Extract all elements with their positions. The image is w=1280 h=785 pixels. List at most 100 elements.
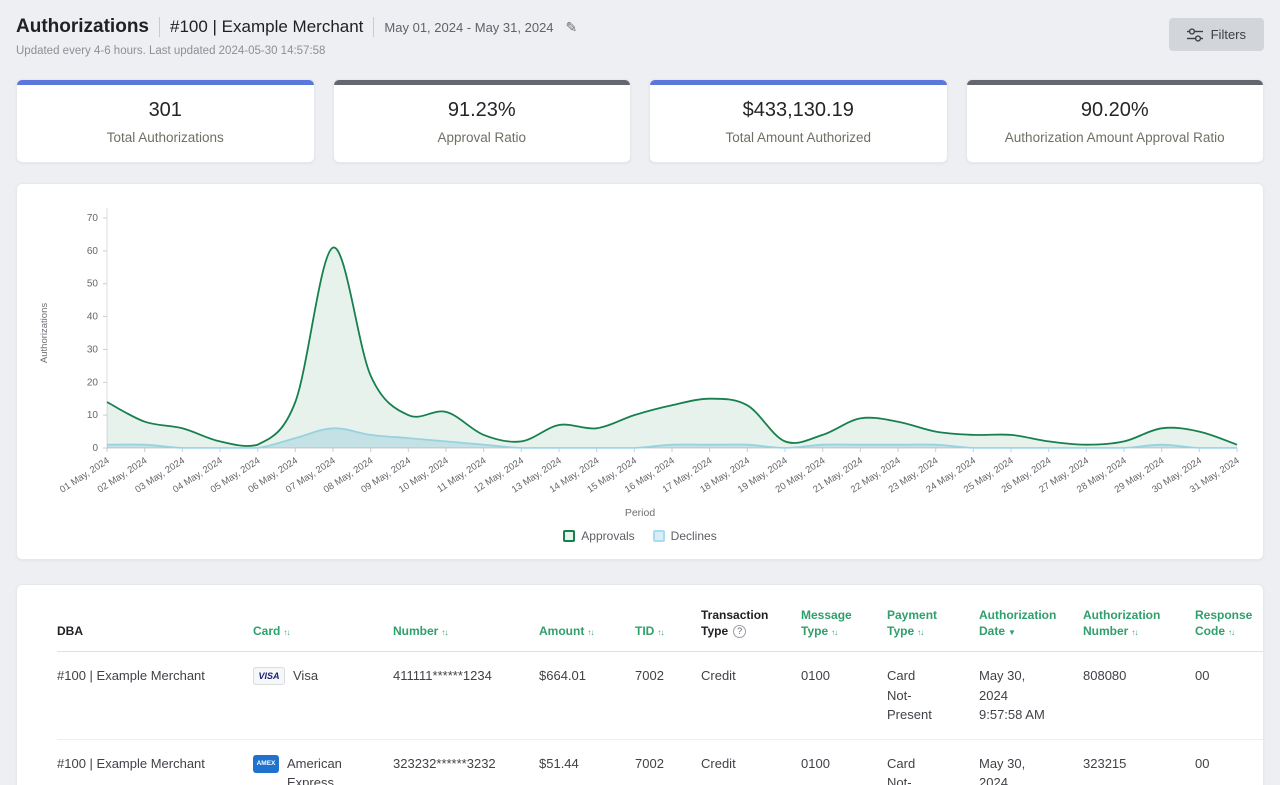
x-axis-title: Period [33, 507, 1247, 519]
cell-transaction-type: Credit [701, 652, 801, 740]
stat-accent-bar [967, 80, 1264, 85]
table-body: #100 | Example MerchantVISAVisa411111***… [57, 652, 1264, 785]
page: Authorizations #100 | Example Merchant M… [0, 0, 1280, 785]
cell-tid: 7002 [635, 652, 701, 740]
cell-amount: $51.44 [539, 739, 635, 785]
cell-number: 323232******3232 [393, 739, 539, 785]
stat-card-total-amount-authorized: $433,130.19 Total Amount Authorized [649, 79, 948, 163]
column-header-number[interactable]: Number↑↓ [393, 607, 539, 652]
stat-label: Approval Ratio [437, 130, 526, 145]
stat-value: 90.20% [1081, 99, 1149, 122]
column-label: Authorization Date [979, 608, 1056, 638]
last-updated-note: Updated every 4-6 hours. Last updated 20… [16, 45, 577, 57]
filters-icon [1187, 28, 1203, 42]
title-line: Authorizations #100 | Example Merchant M… [16, 16, 577, 38]
sort-icon: ↑↓ [831, 628, 837, 637]
filters-button-label: Filters [1211, 27, 1246, 42]
visa-card-icon: VISA [253, 667, 285, 685]
card-label: Visa [293, 666, 318, 686]
column-label: Number [393, 624, 438, 638]
stats-row: 301 Total Authorizations 91.23% Approval… [16, 79, 1264, 163]
column-header-message-type[interactable]: Message Type↑↓ [801, 607, 887, 652]
column-header-card[interactable]: Card↑↓ [253, 607, 393, 652]
svg-text:40: 40 [87, 312, 99, 323]
cell-auth-number: 808080 [1083, 652, 1195, 740]
table-row: #100 | Example MerchantAMEX American Expr… [57, 739, 1264, 785]
cell-dba: #100 | Example Merchant [57, 739, 253, 785]
column-header-auth-date[interactable]: Authorization Date▼ [979, 607, 1083, 652]
column-label: Amount [539, 624, 584, 638]
title-divider [373, 17, 374, 37]
cell-payment-type: Card Not-Present [887, 739, 979, 785]
cell-message-type: 0100 [801, 739, 887, 785]
cell-transaction-type: Credit [701, 739, 801, 785]
stat-value: 301 [149, 99, 182, 122]
column-label: Message Type [801, 608, 852, 638]
sort-icon: ↑↓ [441, 628, 447, 637]
chart-legend: Approvals Declines [33, 529, 1247, 549]
stat-card-amount-approval-ratio: 90.20% Authorization Amount Approval Rat… [966, 79, 1265, 163]
legend-label: Approvals [581, 529, 634, 543]
card-label: American Express [287, 754, 383, 785]
cell-message-type: 0100 [801, 652, 887, 740]
cell-number: 411111******1234 [393, 652, 539, 740]
stat-card-approval-ratio: 91.23% Approval Ratio [333, 79, 632, 163]
column-header-dba: DBA [57, 607, 253, 652]
column-header-response-code[interactable]: Response Code↑↓ [1195, 607, 1264, 652]
filters-button[interactable]: Filters [1169, 18, 1264, 51]
page-title: Authorizations [16, 16, 149, 38]
sort-desc-icon: ▼ [1008, 628, 1015, 637]
cell-auth-number: 323215 [1083, 739, 1195, 785]
cell-card: AMEX American Express [253, 739, 393, 785]
cell-dba: #100 | Example Merchant [57, 652, 253, 740]
svg-text:10: 10 [87, 410, 99, 421]
stat-accent-bar [650, 80, 947, 85]
column-label: Authorization Number [1083, 608, 1160, 638]
cell-response-code: 00 [1195, 739, 1264, 785]
sort-icon: ↑↓ [587, 628, 593, 637]
stat-label: Total Amount Authorized [725, 130, 871, 145]
legend-approvals[interactable]: Approvals [563, 529, 634, 543]
authorizations-chart: 010203040506070Authorizations01 May, 202… [33, 200, 1249, 502]
column-label: Card [253, 624, 280, 638]
svg-text:30: 30 [87, 344, 99, 355]
title-divider [159, 17, 160, 37]
table-row: #100 | Example MerchantVISA Visa 411111***… [57, 652, 1264, 740]
authorizations-table-card: DBACard↑↓Number↑↓Amount↑↓TID↑↓Transactio… [16, 584, 1264, 785]
help-icon[interactable]: ? [733, 625, 746, 638]
stat-value: $433,130.19 [743, 99, 854, 122]
column-header-auth-number[interactable]: Authorization Number↑↓ [1083, 607, 1195, 652]
header-left: Authorizations #100 | Example Merchant M… [16, 16, 577, 57]
sort-icon: ↑↓ [1131, 628, 1137, 637]
cell-amount: $664.01 [539, 652, 635, 740]
sort-icon: ↑↓ [1228, 628, 1234, 637]
amex-card-icon: AMEX [253, 755, 279, 773]
cell-card: VISA Visa [253, 652, 393, 740]
stat-value: 91.23% [448, 99, 516, 122]
cell-tid: 7002 [635, 739, 701, 785]
column-header-transaction-type: Transaction Type? [701, 607, 801, 652]
sort-icon: ↑↓ [283, 628, 289, 637]
cell-response-code: 00 [1195, 652, 1264, 740]
column-label: TID [635, 624, 654, 638]
authorizations-table: DBACard↑↓Number↑↓Amount↑↓TID↑↓Transactio… [57, 607, 1264, 785]
cell-payment-type: Card Not-Present [887, 652, 979, 740]
svg-text:50: 50 [87, 279, 99, 290]
svg-text:20: 20 [87, 377, 99, 388]
sort-icon: ↑↓ [657, 628, 663, 637]
stat-card-total-authorizations: 301 Total Authorizations [16, 79, 315, 163]
column-header-amount[interactable]: Amount↑↓ [539, 607, 635, 652]
svg-text:0: 0 [92, 443, 98, 454]
svg-text:70: 70 [87, 213, 99, 224]
column-header-payment-type[interactable]: Payment Type↑↓ [887, 607, 979, 652]
cell-auth-date: May 30, 2024 9:07:09 AM [979, 739, 1083, 785]
column-header-tid[interactable]: TID↑↓ [635, 607, 701, 652]
svg-text:60: 60 [87, 246, 99, 257]
page-header: Authorizations #100 | Example Merchant M… [16, 16, 1264, 57]
stat-label: Authorization Amount Approval Ratio [1005, 130, 1225, 145]
legend-declines[interactable]: Declines [653, 529, 717, 543]
sort-icon: ↑↓ [917, 628, 923, 637]
legend-label: Declines [671, 529, 717, 543]
edit-date-range-icon[interactable]: ✎ [566, 19, 578, 36]
column-label: DBA [57, 624, 83, 638]
